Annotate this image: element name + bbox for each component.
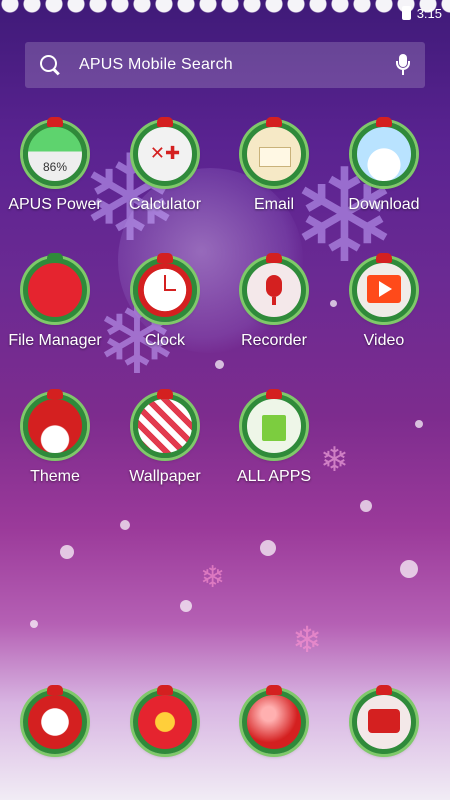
search-icon — [39, 54, 61, 76]
folder-icon — [23, 253, 87, 322]
battery-percentage: 86% — [42, 160, 68, 174]
snow-dot — [215, 360, 224, 369]
gift-bag-icon — [242, 389, 306, 458]
app-label: Video — [363, 332, 405, 349]
snow-dot — [400, 560, 418, 578]
app-theme[interactable]: Theme — [0, 389, 110, 486]
app-wallpaper[interactable]: Wallpaper — [110, 389, 220, 486]
dock-phone[interactable] — [0, 685, 110, 754]
messages-icon — [352, 685, 416, 754]
dock-camera[interactable] — [110, 685, 220, 754]
app-download[interactable]: Download — [329, 117, 439, 214]
app-email[interactable]: Email — [219, 117, 329, 214]
snow-dot — [60, 545, 74, 559]
snow-dot — [30, 620, 38, 628]
battery-icon: 86% — [23, 117, 87, 186]
snow-dot — [260, 540, 276, 556]
battery-icon — [401, 6, 411, 20]
app-label: Wallpaper — [129, 468, 201, 485]
app-label: Download — [348, 196, 420, 213]
camera-icon — [133, 685, 197, 754]
snow-dot — [360, 500, 372, 512]
snowflake-decoration-icon: ❄ — [200, 560, 226, 595]
snow-top-border — [0, 0, 450, 30]
phone-icon — [23, 685, 87, 754]
app-calculator[interactable]: ✕✚ Calculator — [110, 117, 220, 214]
dock-messages[interactable] — [329, 685, 439, 754]
app-all-apps[interactable]: ALL APPS — [219, 389, 329, 486]
app-label: Clock — [144, 332, 185, 349]
calculator-icon: ✕✚ — [133, 117, 197, 186]
snowflake-decoration-icon: ❄ — [292, 620, 323, 661]
search-input[interactable]: APUS Mobile Search — [79, 56, 393, 74]
status-time: 3:15 — [416, 5, 442, 21]
clock-icon — [133, 253, 197, 322]
app-label: ALL APPS — [236, 468, 312, 485]
snow-dot — [120, 520, 130, 530]
search-bar[interactable]: APUS Mobile Search — [25, 42, 425, 88]
status-bar: 3:15 — [401, 2, 442, 24]
download-icon — [352, 117, 416, 186]
app-video[interactable]: Video — [329, 253, 439, 350]
app-label: Theme — [30, 468, 80, 485]
email-icon — [242, 117, 306, 186]
app-label: Recorder — [241, 332, 307, 349]
app-apus-power[interactable]: 86% APUS Power — [0, 117, 110, 214]
app-file-manager[interactable]: File Manager — [0, 253, 110, 350]
app-label: Email — [253, 196, 294, 213]
video-play-icon — [352, 253, 416, 322]
snow-dot — [415, 420, 423, 428]
app-recorder[interactable]: Recorder — [219, 253, 329, 350]
microphone-icon[interactable] — [393, 53, 413, 77]
browser-icon — [242, 685, 306, 754]
app-label: File Manager — [8, 332, 102, 349]
santa-hat-icon — [23, 389, 87, 458]
app-label: Calculator — [128, 196, 202, 213]
app-clock[interactable]: Clock — [110, 253, 220, 350]
microphone-icon — [242, 253, 306, 322]
snow-dot — [180, 600, 192, 612]
app-label: APUS Power — [8, 196, 102, 213]
dock-browser[interactable] — [219, 685, 329, 754]
candy-cane-icon — [133, 389, 197, 458]
